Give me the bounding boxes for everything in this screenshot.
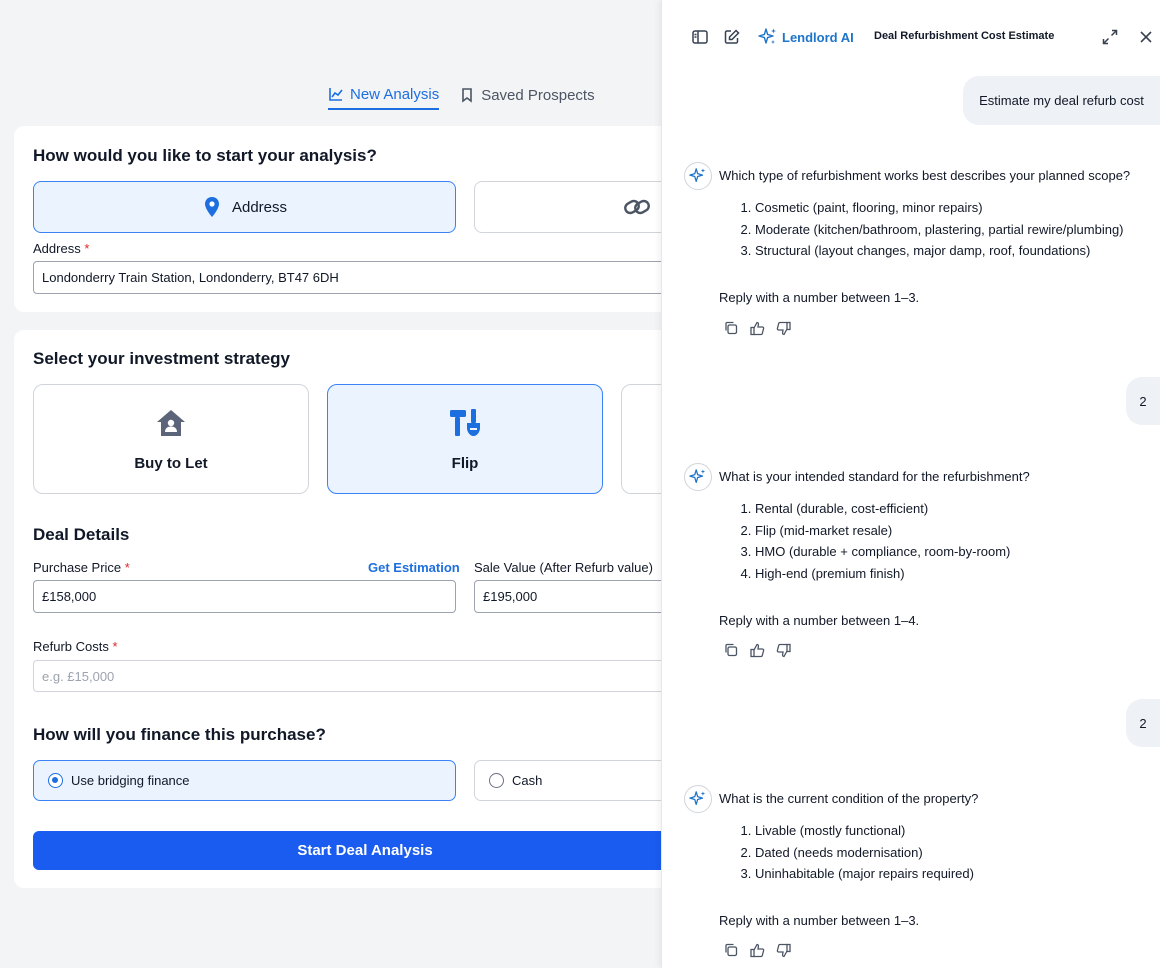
bot-message: What is the current condition of the pro…	[719, 791, 1149, 928]
ai-chat-panel: Lendlord AI Deal Refurbishment Cost Esti…	[661, 0, 1160, 968]
sidebar-toggle-icon[interactable]	[688, 25, 712, 49]
tab-new-analysis[interactable]: New Analysis	[328, 80, 440, 110]
deal-details-title: Deal Details	[33, 525, 130, 544]
close-icon[interactable]	[1134, 25, 1158, 49]
house-person-icon	[157, 410, 185, 436]
start-deal-analysis-button[interactable]: Start Deal Analysis	[33, 831, 697, 870]
thumbs-down-icon[interactable]	[774, 641, 792, 659]
finance-option-label: Use bridging finance	[71, 773, 190, 788]
strategy-label: Buy to Let	[134, 455, 208, 472]
bot-avatar	[684, 162, 712, 190]
new-chat-edit-icon[interactable]	[720, 25, 744, 49]
list-item: HMO (durable + compliance, room-by-room)	[755, 544, 1149, 559]
bot-message: What is your intended standard for the r…	[719, 469, 1149, 628]
radio-button[interactable]	[489, 773, 504, 788]
bot-question: Which type of refurbishment works best d…	[719, 168, 1131, 183]
option-label: Address	[231, 198, 288, 216]
sparkle-icon	[758, 28, 776, 44]
sparkle-icon	[689, 469, 706, 484]
list-item: Moderate (kitchen/bathroom, plastering, …	[755, 222, 1149, 237]
user-message: 2	[1126, 377, 1160, 425]
copy-icon[interactable]	[722, 641, 740, 659]
user-message: 2	[1126, 699, 1160, 747]
finance-option-label: Cash	[512, 773, 543, 788]
message-actions	[722, 641, 792, 659]
sale-value-label: Sale Value (After Refurb value)	[474, 560, 653, 575]
list-item: Cosmetic (paint, flooring, minor repairs…	[755, 200, 1149, 215]
start-analysis-card: How would you like to start your analysi…	[14, 126, 734, 312]
list-item: Dated (needs modernisation)	[755, 845, 1149, 860]
bot-message: Which type of refurbishment works best d…	[719, 168, 1149, 305]
section-title: How would you like to start your analysi…	[33, 146, 377, 165]
bot-reply-hint: Reply with a number between 1–3.	[719, 913, 920, 928]
purchase-price-label: Purchase Price *	[33, 560, 130, 575]
analysis-tabs: New Analysis Saved Prospects	[328, 80, 595, 110]
thumbs-down-icon[interactable]	[774, 319, 792, 337]
sparkle-icon	[689, 168, 706, 183]
refurb-costs-input[interactable]: e.g. £15,000	[33, 660, 733, 692]
section-title: Select your investment strategy	[33, 349, 290, 368]
strategy-flip[interactable]: Flip	[327, 384, 603, 494]
bookmark-icon	[462, 88, 473, 103]
copy-icon[interactable]	[722, 941, 740, 959]
message-actions	[722, 941, 792, 959]
tab-label: New Analysis	[350, 85, 440, 103]
bot-avatar	[684, 463, 712, 491]
strategy-label: Flip	[451, 455, 479, 472]
thumbs-down-icon[interactable]	[774, 941, 792, 959]
strategy-buy-to-let[interactable]: Buy to Let	[33, 384, 309, 494]
address-input[interactable]: Londonderry Train Station, Londonderry, …	[33, 261, 733, 294]
sparkle-icon	[689, 791, 706, 806]
copy-icon[interactable]	[722, 319, 740, 337]
location-pin-icon	[204, 197, 219, 217]
option-list: Livable (mostly functional) Dated (needs…	[755, 823, 1149, 881]
start-option-address[interactable]: Address	[33, 181, 456, 233]
bot-question: What is your intended standard for the r…	[719, 469, 1030, 484]
list-item: Flip (mid-market resale)	[755, 523, 1149, 538]
bot-reply-hint: Reply with a number between 1–4.	[719, 612, 920, 628]
message-actions	[722, 319, 792, 337]
user-message: Estimate my deal refurb cost	[963, 76, 1160, 125]
get-estimation-link[interactable]: Get Estimation	[368, 560, 460, 575]
option-list: Cosmetic (paint, flooring, minor repairs…	[755, 200, 1149, 258]
tab-saved-prospects[interactable]: Saved Prospects	[459, 80, 595, 110]
chat-header: Lendlord AI Deal Refurbishment Cost Esti…	[662, 22, 1160, 52]
chart-line-icon	[329, 88, 343, 101]
list-item: High-end (premium finish)	[755, 566, 1149, 581]
chat-title: Deal Refurbishment Cost Estimate	[874, 30, 1055, 42]
list-item: Livable (mostly functional)	[755, 823, 1149, 838]
thumbs-up-icon[interactable]	[748, 319, 766, 337]
finance-option-bridging[interactable]: Use bridging finance	[33, 760, 456, 801]
bot-avatar	[684, 785, 712, 813]
bot-reply-hint: Reply with a number between 1–3.	[719, 290, 920, 305]
hammer-brush-icon	[450, 409, 480, 436]
radio-button[interactable]	[48, 773, 63, 788]
refurb-costs-label: Refurb Costs *	[33, 639, 118, 654]
brand: Lendlord AI	[758, 27, 854, 47]
address-label: Address *	[33, 241, 90, 256]
purchase-price-input[interactable]: £158,000	[33, 580, 456, 613]
tab-label: Saved Prospects	[481, 86, 595, 104]
list-item: Rental (durable, cost-efficient)	[755, 501, 1149, 516]
brand-name: Lendlord AI	[782, 29, 854, 45]
link-icon	[624, 199, 650, 215]
thumbs-up-icon[interactable]	[748, 941, 766, 959]
strategy-card-container: Select your investment strategy Buy to L…	[14, 330, 897, 888]
expand-icon[interactable]	[1098, 25, 1122, 49]
thumbs-up-icon[interactable]	[748, 641, 766, 659]
list-item: Structural (layout changes, major damp, …	[755, 243, 1149, 258]
bot-question: What is the current condition of the pro…	[719, 791, 979, 806]
option-list: Rental (durable, cost-efficient) Flip (m…	[755, 501, 1149, 581]
finance-title: How will you finance this purchase?	[33, 725, 326, 744]
list-item: Uninhabitable (major repairs required)	[755, 866, 1149, 881]
